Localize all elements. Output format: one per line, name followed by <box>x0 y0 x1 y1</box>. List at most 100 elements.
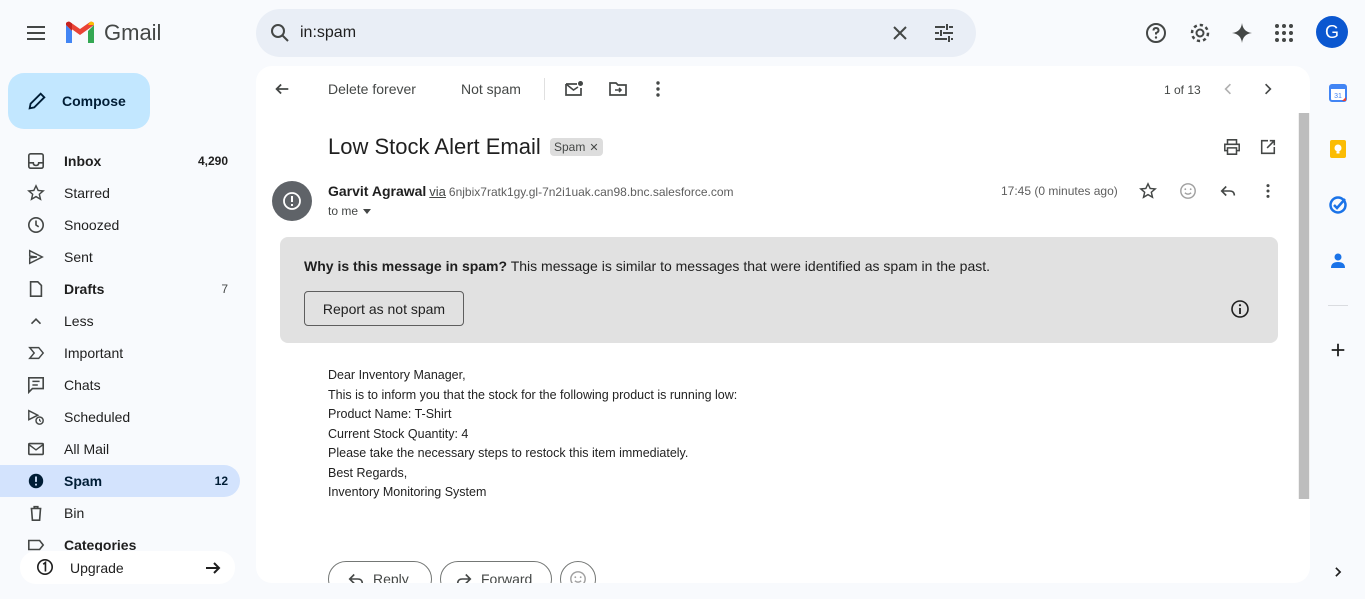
message-view: Delete forever Not spam 1 of 13 Low Stoc… <box>256 66 1310 583</box>
sidebar-item-inbox[interactable]: Inbox 4,290 <box>0 145 240 177</box>
upgrade-label: Upgrade <box>70 559 124 576</box>
forward-button[interactable]: Forward <box>440 561 552 583</box>
compose-label: Compose <box>62 93 126 109</box>
more-vertical-icon[interactable] <box>646 77 670 101</box>
help-icon[interactable] <box>1136 13 1176 53</box>
sidebar-item-less[interactable]: Less <box>0 305 240 337</box>
sidebar-item-chats[interactable]: Chats <box>0 369 240 401</box>
side-panel: 31 <box>1310 66 1365 599</box>
via-link[interactable]: via <box>429 184 446 199</box>
sidebar-item-label: Snoozed <box>64 217 120 233</box>
sender-name[interactable]: Garvit Agrawal <box>328 183 426 199</box>
sidebar-item-count: 7 <box>221 282 228 296</box>
delete-forever-button[interactable]: Delete forever <box>328 81 416 97</box>
add-addon-plus-icon[interactable] <box>1327 339 1349 361</box>
sidebar-item-label: Spam <box>64 473 103 489</box>
spam-label-chip[interactable]: Spam ✕ <box>550 138 603 156</box>
all-mail-icon <box>26 440 46 458</box>
search-options-icon[interactable] <box>932 21 956 50</box>
message-toolbar: Delete forever Not spam 1 of 13 <box>256 66 1310 112</box>
clear-search-icon[interactable] <box>888 21 912 50</box>
settings-gear-icon[interactable] <box>1180 13 1220 53</box>
toolbar-divider <box>544 78 545 100</box>
mark-unread-icon[interactable] <box>562 77 586 101</box>
sidebar-item-label: Starred <box>64 185 110 201</box>
spam-icon <box>26 472 46 490</box>
calendar-icon[interactable]: 31 <box>1327 82 1349 104</box>
keep-icon[interactable] <box>1327 138 1349 160</box>
pencil-icon <box>28 92 46 110</box>
report-not-spam-button[interactable]: Report as not spam <box>304 291 464 326</box>
body-line: This is to inform you that the stock for… <box>328 387 738 402</box>
via-address: 6njbix7ratk1gy.gl-7n2i1uak.can98.bnc.sal… <box>448 185 734 199</box>
older-chevron-right-icon[interactable] <box>1256 77 1280 101</box>
not-spam-button[interactable]: Not spam <box>461 81 521 97</box>
move-to-folder-icon[interactable] <box>606 77 630 101</box>
back-arrow-icon[interactable] <box>270 77 294 101</box>
reply-button[interactable]: Reply <box>328 561 432 583</box>
info-icon[interactable] <box>1230 299 1250 324</box>
message-scrollbar-thumb[interactable] <box>1299 113 1309 499</box>
sidebar-item-label: Inbox <box>64 153 102 169</box>
send-icon <box>26 248 46 266</box>
account-avatar[interactable]: G <box>1316 16 1348 48</box>
search-input[interactable] <box>300 21 880 45</box>
sidebar-item-count: 4,290 <box>197 154 228 168</box>
label-chip-text: Spam <box>554 140 586 154</box>
recipient-text: to me <box>328 204 359 218</box>
clock-icon <box>26 216 46 234</box>
chevron-up-icon <box>26 312 46 330</box>
menu-icon <box>27 26 45 40</box>
sidebar-item-label: Bin <box>64 505 85 521</box>
message-more-vertical-icon[interactable] <box>1256 179 1280 203</box>
newer-chevron-left-icon[interactable] <box>1216 77 1240 101</box>
email-subject: Low Stock Alert Email <box>328 134 541 159</box>
pagination-text: 1 of 13 <box>1164 83 1201 97</box>
contacts-icon[interactable] <box>1327 250 1349 272</box>
chat-icon <box>26 376 46 394</box>
emoji-reaction-icon[interactable] <box>1176 179 1200 203</box>
open-in-new-window-icon[interactable] <box>1256 135 1280 159</box>
sidebar-item-all-mail[interactable]: All Mail <box>0 433 240 465</box>
spam-warning-banner: Why is this message in spam? This messag… <box>280 237 1278 343</box>
body-line: Current Stock Quantity: 4 <box>328 426 469 441</box>
sidebar-item-bin[interactable]: Bin <box>0 497 240 529</box>
sidebar-item-count: 12 <box>214 474 228 488</box>
important-icon <box>26 344 46 362</box>
expand-panel-chevron-icon[interactable] <box>1327 561 1349 583</box>
main-menu-button[interactable] <box>16 13 56 53</box>
sidebar-item-important[interactable]: Important <box>0 337 240 369</box>
search-icon[interactable] <box>268 21 292 50</box>
reply-arrow-icon <box>348 573 364 583</box>
compose-button[interactable]: Compose <box>8 73 150 129</box>
email-body: Dear Inventory Manager, This is to infor… <box>328 366 737 503</box>
sender-avatar[interactable] <box>272 181 312 221</box>
tasks-icon[interactable] <box>1327 194 1349 216</box>
apps-grid-icon[interactable] <box>1264 13 1304 53</box>
upgrade-button[interactable]: Upgrade <box>20 551 235 584</box>
star-icon <box>26 184 46 202</box>
sidebar-item-scheduled[interactable]: Scheduled <box>0 401 240 433</box>
sidebar-item-snoozed[interactable]: Snoozed <box>0 209 240 241</box>
star-message-icon[interactable] <box>1136 179 1160 203</box>
caret-down-icon <box>363 209 372 214</box>
upgrade-icon <box>36 558 54 581</box>
gemini-sparkle-icon[interactable] <box>1222 13 1262 53</box>
sidebar-item-drafts[interactable]: Drafts 7 <box>0 273 240 305</box>
sidebar-item-sent[interactable]: Sent <box>0 241 240 273</box>
emoji-react-button[interactable] <box>560 561 596 583</box>
remove-label-icon[interactable]: ✕ <box>589 141 598 154</box>
print-icon[interactable] <box>1220 135 1244 159</box>
recipient-line[interactable]: to me <box>328 204 372 218</box>
top-bar: Gmail G <box>0 0 1365 66</box>
sidebar-item-starred[interactable]: Starred <box>0 177 240 209</box>
sidebar-nav: Inbox 4,290 Starred Snoozed Sent Drafts … <box>0 145 240 561</box>
gmail-logo[interactable]: Gmail <box>64 20 161 46</box>
reply-icon[interactable] <box>1216 179 1240 203</box>
forward-label: Forward <box>481 571 533 583</box>
trash-icon <box>26 504 46 522</box>
sender-line: Garvit Agrawal via 6njbix7ratk1gy.gl-7n2i1… <box>328 183 734 199</box>
sidebar-item-spam[interactable]: Spam 12 <box>0 465 240 497</box>
sidebar-item-label: Less <box>64 313 94 329</box>
body-line: Dear Inventory Manager, <box>328 368 466 382</box>
